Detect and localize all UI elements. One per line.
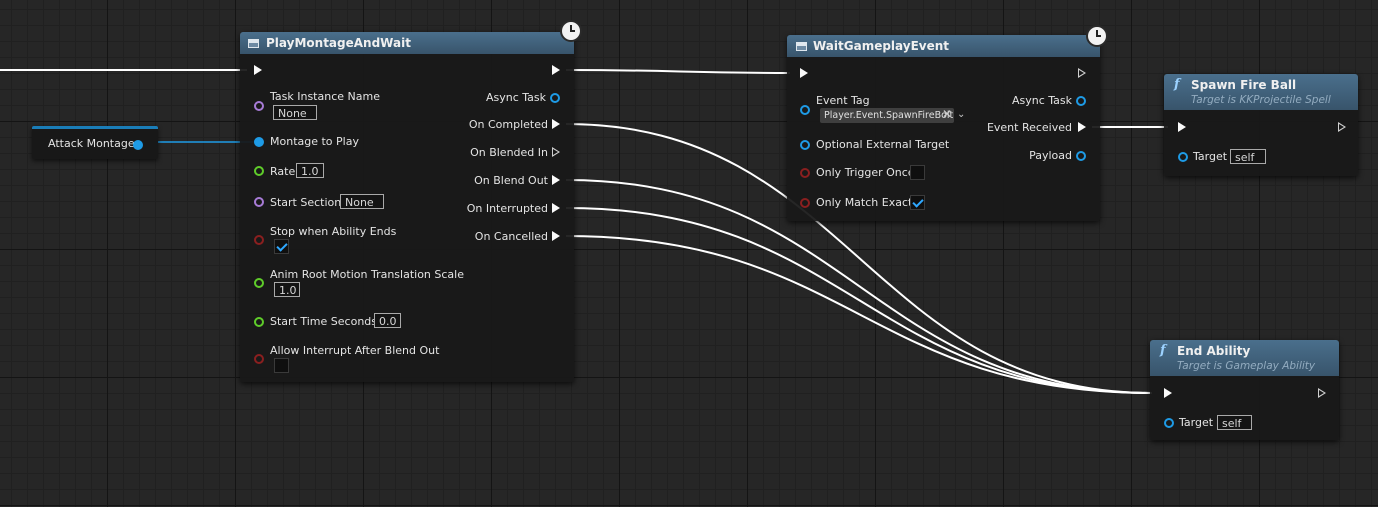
event-tag-value-chip[interactable]: Player.Event.SpawnFireBolt (820, 108, 954, 123)
rate-field[interactable]: 1.0 (296, 163, 324, 178)
async-task-output-pin-icon[interactable] (550, 93, 560, 103)
on-interrupted-label: On Interrupted (466, 202, 548, 215)
node-title: End Ability (1177, 344, 1251, 358)
on-completed-label: On Completed (468, 118, 548, 131)
task-instance-name-label: Task Instance Name (270, 90, 380, 103)
latent-clock-icon (560, 20, 582, 42)
node-header[interactable]: f End Ability Target is Gameplay Ability (1150, 340, 1339, 376)
latent-clock-icon (1086, 25, 1108, 47)
attack-montage-variable-node[interactable]: Attack Montage (32, 126, 158, 159)
exec-output-pin-icon[interactable] (1338, 122, 1346, 132)
spawn-fire-ball-node[interactable]: f Spawn Fire Ball Target is KKProjectile… (1164, 74, 1358, 176)
node-subtitle: Target is Gameplay Ability (1177, 360, 1316, 372)
exec-output-pin-icon[interactable] (552, 65, 560, 75)
start-section-field[interactable]: None (340, 194, 384, 209)
on-interrupted-exec-pin-icon[interactable] (552, 203, 560, 213)
task-instance-name-field[interactable]: None (273, 105, 317, 120)
payload-pin-icon[interactable] (1076, 151, 1086, 161)
only-trigger-once-label: Only Trigger Once (816, 166, 915, 179)
start-time-seconds-label: Start Time Seconds (270, 315, 377, 328)
async-task-output-label: Async Task (1011, 94, 1072, 107)
function-icon: f (1160, 343, 1166, 358)
node-icon (248, 39, 259, 48)
node-title: PlayMontageAndWait (266, 36, 411, 50)
only-trigger-once-pin-icon[interactable] (800, 168, 810, 178)
event-tag-pin-icon[interactable] (800, 105, 810, 115)
anim-root-motion-field[interactable]: 1.0 (274, 282, 300, 297)
exec-wire-cancelled-to-end (565, 235, 1153, 394)
target-field[interactable]: self (1217, 415, 1252, 430)
on-completed-exec-pin-icon[interactable] (552, 119, 560, 129)
on-blend-out-label: On Blend Out (474, 174, 548, 187)
play-montage-and-wait-node[interactable]: PlayMontageAndWait Task Instance Name No… (240, 20, 582, 382)
stop-when-ability-ends-label: Stop when Ability Ends (270, 225, 397, 238)
target-field[interactable]: self (1230, 149, 1266, 164)
on-blend-out-exec-pin-icon[interactable] (552, 175, 560, 185)
payload-label: Payload (1029, 149, 1072, 162)
async-task-output-pin-icon[interactable] (1076, 96, 1086, 106)
allow-interrupt-label: Allow Interrupt After Blend Out (270, 344, 440, 357)
variable-label: Attack Montage (48, 137, 135, 150)
allow-interrupt-pin-icon[interactable] (254, 354, 264, 364)
exec-output-pin-icon[interactable] (1078, 68, 1086, 78)
target-label: Target (1193, 150, 1228, 163)
start-time-seconds-field[interactable]: 0.0 (374, 313, 401, 328)
on-cancelled-label: On Cancelled (474, 230, 548, 243)
exec-wire-interrupted-to-end (565, 207, 1153, 394)
allow-interrupt-checkbox[interactable] (274, 358, 289, 373)
stop-when-ability-ends-checkbox[interactable] (274, 239, 289, 254)
node-title: WaitGameplayEvent (813, 39, 950, 53)
exec-input-pin-icon[interactable] (1178, 122, 1186, 132)
optional-external-target-pin-icon[interactable] (800, 140, 810, 150)
only-match-exact-label: Only Match Exact (816, 196, 913, 209)
exec-input-pin-icon[interactable] (800, 68, 808, 78)
start-section-pin-icon[interactable] (254, 197, 264, 207)
exec-wire-play-to-wait (565, 69, 791, 74)
only-trigger-once-checkbox[interactable] (910, 165, 925, 180)
function-icon: f (1174, 77, 1180, 92)
variable-output-pin-icon[interactable] (133, 140, 143, 150)
start-section-label: Start Section (270, 196, 342, 209)
clear-x-icon[interactable]: ✕ (942, 107, 952, 121)
only-match-exact-pin-icon[interactable] (800, 198, 810, 208)
node-title: Spawn Fire Ball (1191, 78, 1297, 92)
on-blended-in-exec-pin-icon[interactable] (552, 147, 560, 157)
async-task-output-label: Async Task (485, 91, 546, 104)
rate-pin-icon[interactable] (254, 166, 264, 176)
exec-input-pin-icon[interactable] (1164, 388, 1172, 398)
target-label: Target (1179, 416, 1214, 429)
exec-input-pin-icon[interactable] (254, 65, 262, 75)
chevron-down-icon[interactable]: ⌄ (957, 109, 965, 120)
anim-root-motion-pin-icon[interactable] (254, 278, 264, 288)
target-pin-icon[interactable] (1164, 418, 1174, 428)
node-header[interactable]: WaitGameplayEvent (787, 35, 1100, 57)
stop-when-ability-ends-pin-icon[interactable] (254, 235, 264, 245)
task-instance-name-pin-icon[interactable] (254, 101, 264, 111)
node-header[interactable]: PlayMontageAndWait (240, 32, 574, 54)
on-blended-in-label: On Blended In (470, 146, 548, 159)
event-received-label: Event Received (986, 121, 1072, 134)
only-match-exact-checkbox[interactable] (910, 195, 925, 210)
anim-root-motion-label: Anim Root Motion Translation Scale (270, 268, 464, 281)
optional-external-target-label: Optional External Target (816, 138, 950, 151)
on-cancelled-exec-pin-icon[interactable] (552, 231, 560, 241)
node-header[interactable]: f Spawn Fire Ball Target is KKProjectile… (1164, 74, 1358, 110)
rate-label: Rate (270, 165, 296, 178)
target-pin-icon[interactable] (1178, 152, 1188, 162)
event-tag-label: Event Tag (816, 94, 870, 107)
end-ability-node[interactable]: f End Ability Target is Gameplay Ability… (1150, 340, 1339, 440)
wait-gameplay-event-node[interactable]: WaitGameplayEvent Event Tag Player.Event… (787, 25, 1108, 221)
node-subtitle: Target is KKProjectile Spell (1191, 94, 1331, 106)
start-time-seconds-pin-icon[interactable] (254, 317, 264, 327)
exec-output-pin-icon[interactable] (1318, 388, 1326, 398)
montage-to-play-pin-icon[interactable] (254, 137, 264, 147)
montage-to-play-label: Montage to Play (270, 135, 359, 148)
node-icon (796, 42, 807, 51)
event-received-exec-pin-icon[interactable] (1078, 122, 1086, 132)
